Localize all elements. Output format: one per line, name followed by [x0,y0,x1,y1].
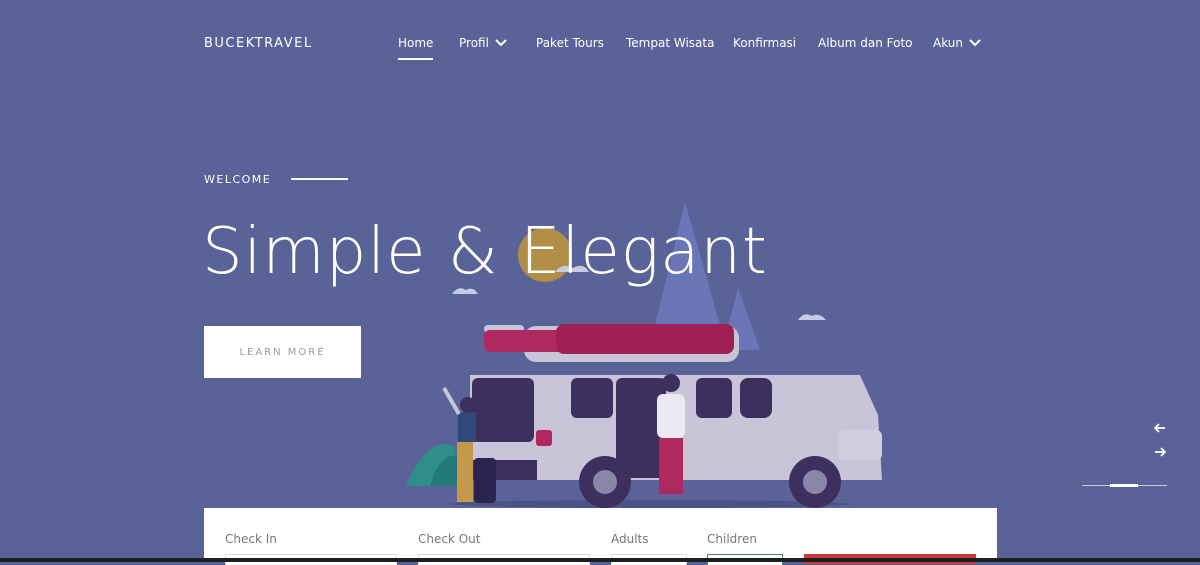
hero-eyebrow: WELCOME [204,173,272,186]
bottom-edge-bar [0,558,1200,562]
nav-konfirmasi-label: Konfirmasi [733,36,797,50]
slide-indicator [1082,484,1167,487]
arrow-left-icon[interactable] [1152,420,1168,436]
booking-form: Check In Check Out Adults Children [204,508,997,565]
learn-more-button[interactable]: LEARN MORE [204,326,361,378]
children-label: Children [707,532,757,546]
chevron-down-icon [495,39,507,47]
adults-label: Adults [611,532,649,546]
nav-album-foto[interactable]: Album dan Foto [818,36,913,50]
hero-title: Simple & Elegant [202,215,768,289]
nav-album-foto-label: Album dan Foto [818,36,913,50]
nav-home-label: Home [398,36,434,50]
check-in-label: Check In [225,532,277,546]
nav-tempat-wisata-label: Tempat Wisata [626,36,715,50]
brand-logo[interactable]: BUCEKTRAVEL [204,36,313,51]
check-out-label: Check Out [418,532,481,546]
nav-home[interactable]: Home [398,36,434,60]
eyebrow-divider [291,178,348,180]
nav-konfirmasi[interactable]: Konfirmasi [733,36,796,50]
nav-akun[interactable]: Akun [933,36,981,50]
nav-akun-label: Akun [933,36,963,50]
arrow-right-icon[interactable] [1152,444,1168,460]
slide-indicator-active[interactable] [1110,484,1138,487]
nav-profil-label: Profil [459,36,489,50]
nav-tempat-wisata[interactable]: Tempat Wisata [626,36,714,50]
chevron-down-icon [969,39,981,47]
nav-profil[interactable]: Profil [459,36,507,50]
nav-paket-tours[interactable]: Paket Tours [536,36,604,50]
nav-paket-tours-label: Paket Tours [536,36,604,50]
